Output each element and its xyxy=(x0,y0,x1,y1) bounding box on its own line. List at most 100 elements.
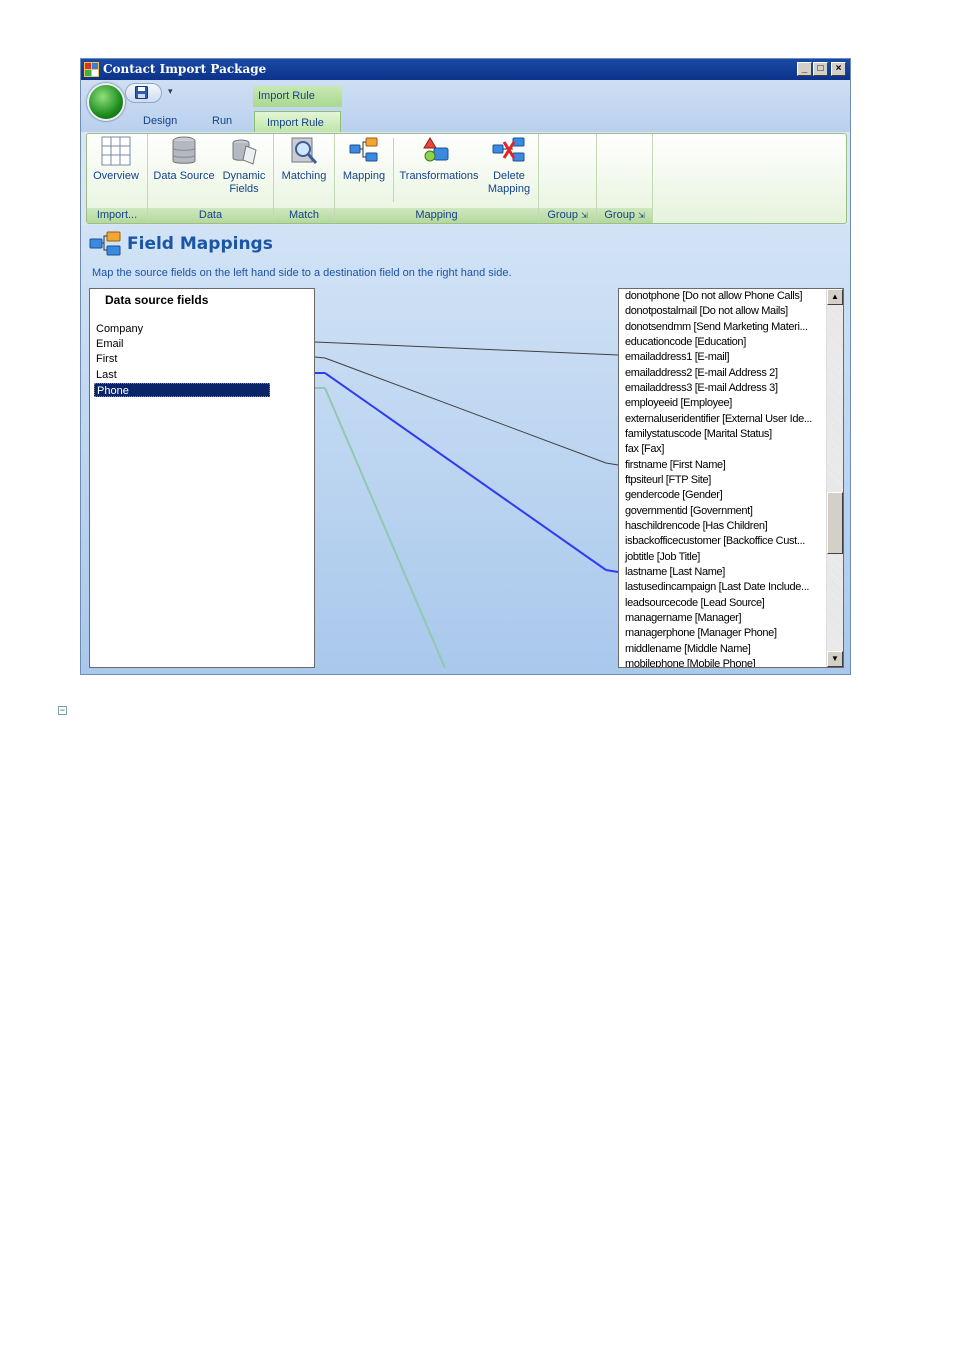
application-menu-button[interactable] xyxy=(87,83,125,121)
list-item[interactable]: employeeid [Employee] xyxy=(625,396,732,411)
maximize-button[interactable]: □ xyxy=(813,62,828,76)
app-icon xyxy=(84,62,99,77)
list-item[interactable]: ftpsiteurl [FTP Site] xyxy=(625,473,711,488)
transformations-button[interactable]: Transformations xyxy=(395,136,483,183)
source-field-phone[interactable]: Phone xyxy=(94,383,270,397)
mapping-line-last[interactable] xyxy=(324,372,607,571)
dialog-launcher-icon[interactable]: ⇲ xyxy=(638,211,645,220)
tab-design[interactable]: Design xyxy=(143,115,177,127)
group-label-match: Match xyxy=(274,208,334,223)
app-window: Contact Import Package _ □ × ▾ Import Ru… xyxy=(80,58,851,675)
list-item[interactable]: externaluseridentifier [External User Id… xyxy=(625,412,812,427)
group-label-group-1[interactable]: Group ⇲ xyxy=(539,208,596,223)
ribbon-panel: Overview Import... Data Source Dynamic F… xyxy=(86,133,847,224)
delete-mapping-button[interactable]: Delete Mapping xyxy=(483,136,535,196)
group-label-mapping: Mapping xyxy=(335,208,538,223)
overview-button[interactable]: Overview xyxy=(90,136,142,183)
group-empty-2: Group ⇲ xyxy=(597,134,653,223)
list-item[interactable]: familystatuscode [Marital Status] xyxy=(625,427,772,442)
mapping-line-phone[interactable] xyxy=(324,387,446,669)
list-item[interactable]: firstname [First Name] xyxy=(625,458,726,473)
delete-mapping-label-2: Mapping xyxy=(487,183,531,195)
list-item[interactable]: jobtitle [Job Title] xyxy=(625,550,700,565)
scroll-down-icon[interactable]: ▼ xyxy=(827,651,843,667)
list-item[interactable]: governmentid [Government] xyxy=(625,504,753,519)
window-title: Contact Import Package xyxy=(103,62,267,76)
group-label-group-2[interactable]: Group ⇲ xyxy=(597,208,652,223)
mapping-line-last-end xyxy=(605,569,619,573)
mapping-line-first-stub xyxy=(314,356,326,359)
list-item[interactable]: gendercode [Gender] xyxy=(625,488,723,503)
customize-toolbar-icon[interactable]: ▾ xyxy=(168,86,173,97)
minimize-button[interactable]: _ xyxy=(797,62,812,76)
delete-mapping-label-1: Delete xyxy=(493,170,525,182)
ribbon-header xyxy=(81,80,850,132)
group-data: Data Source Dynamic Fields Data xyxy=(148,134,274,223)
list-item[interactable]: fax [Fax] xyxy=(625,442,664,457)
grid-icon xyxy=(101,136,131,166)
transform-icon xyxy=(423,137,449,162)
dynamic-fields-icon xyxy=(232,139,257,165)
list-item[interactable]: mobilephone [Mobile Phone] xyxy=(625,657,756,667)
magnifier-icon xyxy=(291,137,318,164)
group-label-data: Data xyxy=(148,208,273,223)
list-item[interactable]: donotsendmm [Send Marketing Materi... xyxy=(625,320,808,335)
context-tab-header: Import Rule xyxy=(253,86,342,107)
source-field-email[interactable]: Email xyxy=(96,337,124,351)
scroll-up-icon[interactable]: ▲ xyxy=(827,289,843,305)
matching-button[interactable]: Matching xyxy=(277,136,331,183)
data-source-button[interactable]: Data Source xyxy=(152,136,216,183)
tab-import-rule[interactable]: Import Rule xyxy=(254,111,341,132)
destination-scrollbar[interactable]: ▲ ▼ xyxy=(826,289,843,667)
tab-run[interactable]: Run xyxy=(212,115,232,127)
transformations-label: Transformations xyxy=(399,170,479,182)
dynamic-fields-label-2: Fields xyxy=(229,183,259,195)
group-import: Overview Import... xyxy=(87,134,148,223)
close-button[interactable]: × xyxy=(831,62,846,76)
data-source-label: Data Source xyxy=(153,170,215,182)
overview-label: Overview xyxy=(93,170,139,182)
list-item[interactable]: emailaddress3 [E-mail Address 3] xyxy=(625,381,778,396)
mapping-icon xyxy=(349,137,378,162)
collapse-icon[interactable]: − xyxy=(58,706,67,715)
mapping-line-email[interactable] xyxy=(314,341,619,356)
dynamic-fields-button[interactable]: Dynamic Fields xyxy=(218,136,270,196)
title-bar[interactable]: Contact Import Package _ □ × xyxy=(81,59,850,80)
mapping-line-first-end xyxy=(605,462,619,466)
list-item[interactable]: managerphone [Manager Phone] xyxy=(625,626,777,641)
list-item[interactable]: emailaddress2 [E-mail Address 2] xyxy=(625,366,778,381)
source-fields-list[interactable]: Data source fields Company Email First L… xyxy=(89,288,315,668)
group-mapping: Mapping Transformations Delete Mapping M… xyxy=(335,134,539,223)
dialog-launcher-icon[interactable]: ⇲ xyxy=(581,211,588,220)
list-item[interactable]: middlename [Middle Name] xyxy=(625,642,751,657)
group-match: Matching Match xyxy=(274,134,335,223)
source-field-first[interactable]: First xyxy=(96,352,117,366)
list-item[interactable]: isbackofficecustomer [Backoffice Cust... xyxy=(625,534,805,549)
source-field-last[interactable]: Last xyxy=(96,368,117,382)
mapping-label: Mapping xyxy=(342,170,386,182)
destination-fields-list[interactable]: donotphone [Do not allow Phone Calls] do… xyxy=(618,288,844,668)
source-field-company[interactable]: Company xyxy=(96,322,143,336)
matching-label: Matching xyxy=(281,170,327,182)
list-item[interactable]: donotphone [Do not allow Phone Calls] xyxy=(625,289,803,304)
delete-mapping-icon xyxy=(492,137,525,162)
list-item[interactable]: haschildrencode [Has Children] xyxy=(625,519,768,534)
save-icon[interactable] xyxy=(135,86,148,99)
list-item[interactable]: educationcode [Education] xyxy=(625,335,746,350)
mapping-button[interactable]: Mapping xyxy=(337,136,391,183)
mapping-line-first[interactable] xyxy=(324,357,607,464)
list-item[interactable]: lastname [Last Name] xyxy=(625,565,725,580)
list-item[interactable]: leadsourcecode [Lead Source] xyxy=(625,596,765,611)
list-item[interactable]: donotpostalmail [Do not allow Mails] xyxy=(625,304,788,319)
list-item[interactable]: managername [Manager] xyxy=(625,611,742,626)
group-label-import: Import... xyxy=(87,208,147,223)
list-item[interactable]: emailaddress1 [E-mail] xyxy=(625,350,730,365)
quick-access-toolbar xyxy=(125,83,162,103)
field-mappings-panel: Field Mappings Map the source fields on … xyxy=(81,225,850,674)
source-fields-header: Data source fields xyxy=(105,293,209,307)
scroll-thumb[interactable] xyxy=(827,492,843,554)
group-empty-1: Group ⇲ xyxy=(539,134,597,223)
database-icon xyxy=(172,136,196,164)
dynamic-fields-label-1: Dynamic xyxy=(222,170,266,182)
list-item[interactable]: lastusedincampaign [Last Date Include... xyxy=(625,580,809,595)
